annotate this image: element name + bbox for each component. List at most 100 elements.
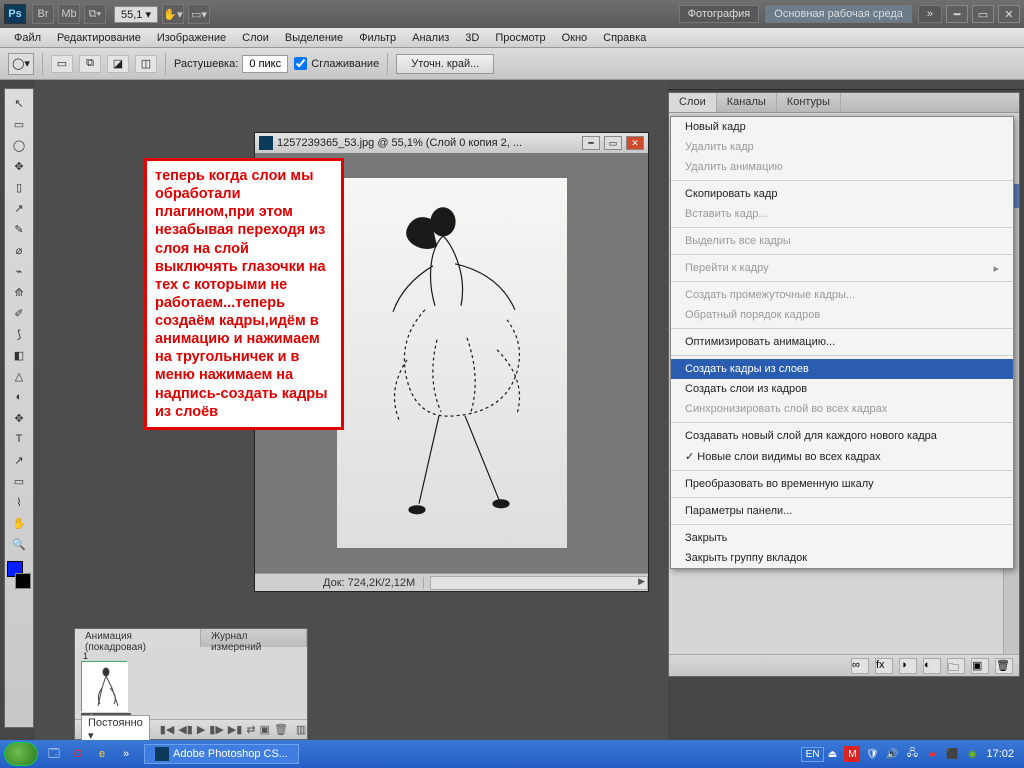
delete-layer-icon[interactable]: 🗑 <box>995 658 1013 674</box>
close-icon[interactable]: ✕ <box>998 5 1020 23</box>
tool-20[interactable]: ✋ <box>7 513 31 533</box>
tray-safely-remove-icon[interactable]: ⏏ <box>824 746 840 762</box>
tab-layers[interactable]: Слои <box>669 93 717 112</box>
tray-gpu-icon[interactable]: ⬛ <box>944 746 960 762</box>
tool-3[interactable]: ✥ <box>7 156 31 176</box>
antialias-field[interactable]: Сглаживание <box>294 57 379 70</box>
tool-7[interactable]: ⌀ <box>7 240 31 260</box>
tray-nvidia-icon[interactable]: ◉ <box>964 746 980 762</box>
sel-sub-icon[interactable]: ◪ <box>107 55 129 73</box>
tool-10[interactable]: ✐ <box>7 303 31 323</box>
menu-item[interactable]: Параметры панели... <box>671 501 1013 521</box>
bridge-icon[interactable]: Br <box>32 4 54 24</box>
doc-minimize-icon[interactable]: ━ <box>582 136 600 150</box>
tool-13[interactable]: △ <box>7 366 31 386</box>
minimize-icon[interactable]: ━ <box>946 5 968 23</box>
layer-fx-icon[interactable]: fx <box>875 658 893 674</box>
menu-изображение[interactable]: Изображение <box>149 30 234 46</box>
menu-item[interactable]: Оптимизировать анимацию... <box>671 332 1013 352</box>
minibridge-icon[interactable]: Mb <box>58 4 80 24</box>
tool-1[interactable]: ▭ <box>7 114 31 134</box>
ql-ie-icon[interactable]: e <box>92 744 112 764</box>
tool-17[interactable]: ↗ <box>7 450 31 470</box>
tab-measurement-log[interactable]: Журнал измерений <box>201 629 307 647</box>
tool-14[interactable]: ◐ <box>7 387 31 407</box>
menu-файл[interactable]: Файл <box>6 30 49 46</box>
tray-volume-icon[interactable]: 🔊 <box>884 746 900 762</box>
tool-15[interactable]: ✥ <box>7 408 31 428</box>
ql-chevrons-icon[interactable]: » <box>116 744 136 764</box>
tool-19[interactable]: ⌇ <box>7 492 31 512</box>
link-layers-icon[interactable]: ∞ <box>851 658 869 674</box>
tool-9[interactable]: ⟰ <box>7 282 31 302</box>
hand-icon[interactable]: ✋▾ <box>162 4 184 24</box>
doc-close-icon[interactable]: ✕ <box>626 136 644 150</box>
background-swatch[interactable] <box>15 573 31 589</box>
layer-mask-icon[interactable]: ◑ <box>899 658 917 674</box>
task-photoshop[interactable]: Adobe Photoshop CS... <box>144 744 299 764</box>
menu-item[interactable]: Закрыть <box>671 528 1013 548</box>
panel-menu-icon[interactable]: ≡ <box>310 723 316 737</box>
last-frame-icon[interactable]: ▶▮ <box>228 723 243 737</box>
tool-8[interactable]: ⌁ <box>7 261 31 281</box>
clock[interactable]: 17:02 <box>980 748 1020 760</box>
tab-paths[interactable]: Контуры <box>777 93 841 112</box>
maximize-icon[interactable]: ▭ <box>972 5 994 23</box>
prev-frame-icon[interactable]: ◀▮ <box>178 723 193 737</box>
menu-справка[interactable]: Справка <box>595 30 654 46</box>
tab-channels[interactable]: Каналы <box>717 93 777 112</box>
zoom-level[interactable]: 55,1 ▾ <box>114 6 158 23</box>
menu-item[interactable]: Создать слои из кадров <box>671 379 1013 399</box>
menu-item[interactable]: Создать кадры из слоев <box>671 359 1013 379</box>
menu-просмотр[interactable]: Просмотр <box>487 30 553 46</box>
new-frame-icon[interactable]: ▣ <box>260 723 270 737</box>
menu-item[interactable]: Новый кадр <box>671 117 1013 137</box>
tool-12[interactable]: ◧ <box>7 345 31 365</box>
tray-avira-icon[interactable]: ▰ <box>924 746 940 762</box>
menu-item[interactable]: Создавать новый слой для каждого нового … <box>671 426 1013 446</box>
tray-network-icon[interactable]: 🖧 <box>904 746 920 762</box>
menu-item[interactable]: Закрыть группу вкладок <box>671 548 1013 568</box>
screenmode-icon[interactable]: ▭▾ <box>188 4 210 24</box>
tool-5[interactable]: ↗ <box>7 198 31 218</box>
menu-item[interactable]: Скопировать кадр <box>671 184 1013 204</box>
sel-int-icon[interactable]: ◫ <box>135 55 157 73</box>
menu-item[interactable]: Преобразовать во временную шкалу <box>671 474 1013 494</box>
workspace-photo[interactable]: Фотография <box>679 5 760 23</box>
workspace-more-icon[interactable]: » <box>918 5 942 23</box>
ql-opera-icon[interactable]: O <box>68 744 88 764</box>
tool-6[interactable]: ✎ <box>7 219 31 239</box>
next-frame-icon[interactable]: ▮▶ <box>209 723 224 737</box>
frame-thumb[interactable] <box>81 661 127 711</box>
sel-add-icon[interactable]: ⧉ <box>79 55 101 73</box>
sel-new-icon[interactable]: ▭ <box>51 55 73 73</box>
tween-icon[interactable]: ⇄ <box>246 723 255 737</box>
tool-18[interactable]: ▭ <box>7 471 31 491</box>
workspace-essentials[interactable]: Основная рабочая среда <box>765 5 912 23</box>
delete-frame-icon[interactable]: 🗑 <box>274 723 288 737</box>
layer-group-icon[interactable]: 🗀 <box>947 658 965 674</box>
tray-m-icon[interactable]: M <box>844 746 860 762</box>
ql-desktop-icon[interactable]: 🗔 <box>44 744 64 764</box>
doc-hscrollbar[interactable] <box>430 576 648 590</box>
menu-окно[interactable]: Окно <box>554 30 596 46</box>
first-frame-icon[interactable]: ▮◀ <box>160 723 175 737</box>
active-tool-icon[interactable]: ◯▾ <box>8 53 34 75</box>
language-indicator[interactable]: EN <box>801 747 825 762</box>
convert-timeline-icon[interactable]: ▥ <box>296 723 306 737</box>
menu-фильтр[interactable]: Фильтр <box>351 30 404 46</box>
doc-maximize-icon[interactable]: ▭ <box>604 136 622 150</box>
menu-анализ[interactable]: Анализ <box>404 30 457 46</box>
new-layer-icon[interactable]: ▣ <box>971 658 989 674</box>
color-swatches[interactable] <box>7 561 31 589</box>
animation-frame[interactable]: 1 0 сек. ▾ <box>81 651 131 725</box>
menu-выделение[interactable]: Выделение <box>277 30 351 46</box>
tool-4[interactable]: ▯ <box>7 177 31 197</box>
arrange-icon[interactable]: ⧉▾ <box>84 4 106 24</box>
menu-слои[interactable]: Слои <box>234 30 277 46</box>
menu-3d[interactable]: 3D <box>457 30 487 46</box>
tab-animation[interactable]: Анимация (покадровая) <box>75 629 201 647</box>
refine-edge-button[interactable]: Уточн. край... <box>396 54 494 74</box>
tool-0[interactable]: ↖ <box>7 93 31 113</box>
antialias-checkbox[interactable] <box>294 57 307 70</box>
